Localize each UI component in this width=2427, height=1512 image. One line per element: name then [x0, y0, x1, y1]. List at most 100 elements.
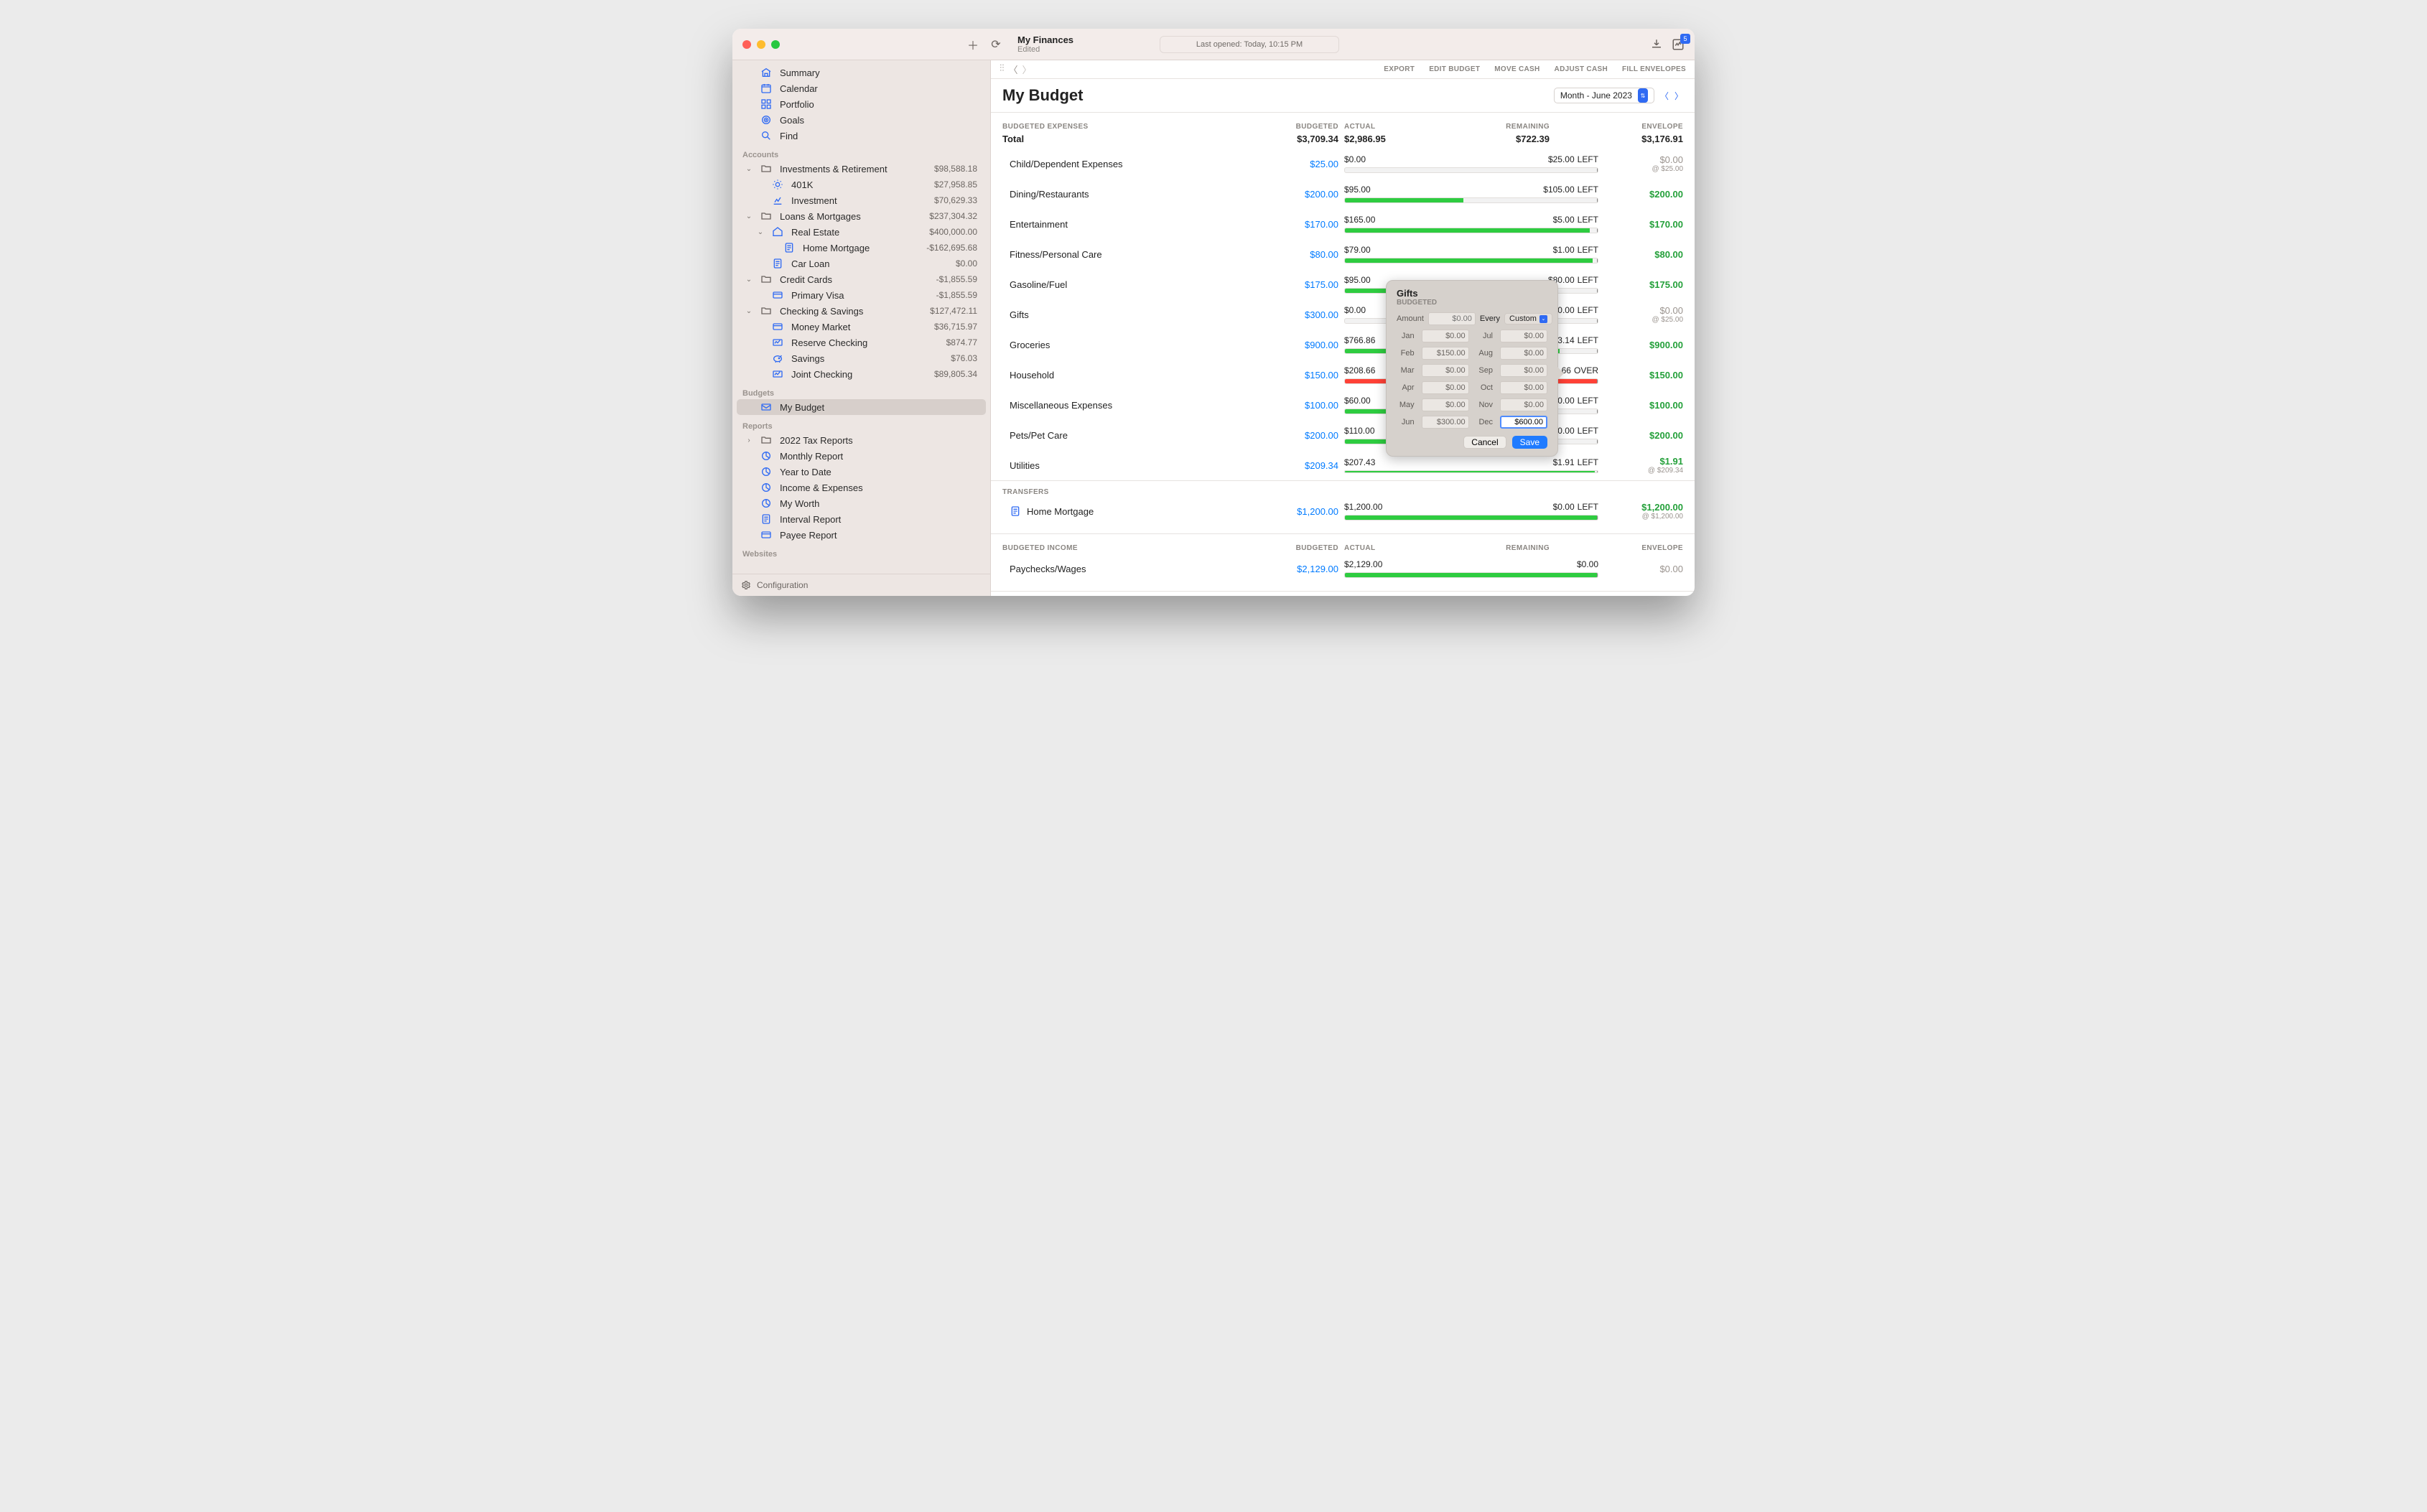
budgeted-amount[interactable]: $1,200.00 — [1252, 506, 1338, 517]
month-input-aug[interactable] — [1500, 347, 1547, 360]
sidebar-item[interactable]: Payee Report — [737, 527, 986, 543]
month-input-jul[interactable] — [1500, 330, 1547, 342]
refresh-button[interactable]: ⟳ — [988, 37, 1004, 52]
budgeted-amount[interactable]: $80.00 — [1252, 249, 1338, 260]
category-name[interactable]: Paychecks/Wages — [1002, 564, 1247, 574]
back-button[interactable]: 〈 — [1009, 62, 1018, 76]
chevron-icon[interactable]: ⌄ — [745, 276, 753, 284]
sidebar-item[interactable]: Income & Expenses — [737, 480, 986, 495]
period-prev-button[interactable]: 〈 — [1660, 90, 1669, 102]
chevron-icon[interactable]: ⌄ — [745, 165, 753, 173]
budgeted-amount[interactable]: $209.34 — [1252, 460, 1338, 471]
cancel-button[interactable]: Cancel — [1463, 436, 1506, 449]
remaining-label: OVER — [1574, 365, 1598, 375]
budgeted-amount[interactable]: $2,129.00 — [1252, 564, 1338, 574]
sidebar-item[interactable]: Reserve Checking$874.77 — [737, 335, 986, 350]
month-input-nov[interactable] — [1500, 398, 1547, 411]
chevron-icon[interactable]: ⌄ — [745, 213, 753, 220]
month-input-apr[interactable] — [1422, 381, 1469, 394]
category-name[interactable]: Miscellaneous Expenses — [1002, 400, 1247, 411]
sidebar-nav-summary[interactable]: Summary — [737, 65, 986, 80]
chevron-icon[interactable]: ⌄ — [745, 307, 753, 315]
activity-icon[interactable]: 5 — [1672, 38, 1685, 51]
sidebar-item[interactable]: Home Mortgage-$162,695.68 — [737, 240, 986, 256]
month-input-dec[interactable] — [1500, 416, 1547, 429]
sidebar-toggle-icon[interactable]: ⫶⫶ — [1000, 62, 1005, 76]
period-next-button[interactable]: 〉 — [1674, 90, 1683, 102]
budgeted-amount[interactable]: $200.00 — [1252, 189, 1338, 200]
sidebar-item[interactable]: ›2022 Tax Reports — [737, 432, 986, 448]
category-name[interactable]: Dining/Restaurants — [1002, 189, 1247, 200]
sidebar-item[interactable]: Money Market$36,715.97 — [737, 319, 986, 335]
sidebar-item[interactable]: Interval Report — [737, 511, 986, 527]
sidebar-nav-find[interactable]: Find — [737, 128, 986, 144]
period-dropdown-icon[interactable]: ⇅ — [1638, 88, 1648, 103]
sidebar-item[interactable]: ⌄Checking & Savings$127,472.11 — [737, 303, 986, 319]
toolbar-edit-budget[interactable]: EDIT BUDGET — [1429, 65, 1480, 73]
content-scroller[interactable]: BUDGETED EXPENSES BUDGETED ACTUAL REMAIN… — [991, 112, 1695, 596]
sidebar-item[interactable]: ⌄Credit Cards-$1,855.59 — [737, 271, 986, 287]
sidebar-nav-goals[interactable]: Goals — [737, 112, 986, 128]
frequency-selector[interactable]: Custom ⌄ — [1504, 313, 1552, 325]
month-input-jun[interactable] — [1422, 416, 1469, 429]
budgeted-amount[interactable]: $900.00 — [1252, 340, 1338, 350]
sidebar-item[interactable]: ⌄Investments & Retirement$98,588.18 — [737, 161, 986, 177]
category-name[interactable]: Household — [1002, 370, 1247, 381]
sidebar-item[interactable]: 401K$27,958.85 — [737, 177, 986, 192]
category-name[interactable]: Fitness/Personal Care — [1002, 249, 1247, 260]
pie-icon — [760, 465, 773, 478]
download-icon[interactable] — [1650, 38, 1663, 51]
budgeted-amount[interactable]: $300.00 — [1252, 309, 1338, 320]
budgeted-amount[interactable]: $200.00 — [1252, 430, 1338, 441]
toolbar-adjust-cash[interactable]: ADJUST CASH — [1555, 65, 1608, 73]
category-name[interactable]: Groceries — [1002, 340, 1247, 350]
sidebar-nav-calendar[interactable]: Calendar — [737, 80, 986, 96]
month-input-sep[interactable] — [1500, 364, 1547, 377]
budgeted-amount[interactable]: $100.00 — [1252, 400, 1338, 411]
month-input-may[interactable] — [1422, 398, 1469, 411]
category-name[interactable]: Utilities — [1002, 460, 1247, 471]
category-name[interactable]: Entertainment — [1002, 219, 1247, 230]
category-name[interactable]: Gasoline/Fuel — [1002, 279, 1247, 290]
budgeted-amount[interactable]: $25.00 — [1252, 159, 1338, 169]
sidebar-item[interactable]: My Budget — [737, 399, 986, 415]
period-selector[interactable]: Month - June 2023 ⇅ — [1554, 88, 1654, 103]
sidebar-nav-portfolio[interactable]: Portfolio — [737, 96, 986, 112]
sidebar-footer[interactable]: Configuration — [732, 574, 990, 596]
budgeted-amount[interactable]: $175.00 — [1252, 279, 1338, 290]
toolbar-fill-envelopes[interactable]: FILL ENVELOPES — [1622, 65, 1686, 73]
category-name[interactable]: Home Mortgage — [1002, 505, 1247, 517]
last-opened-field[interactable]: Last opened: Today, 10:15 PM — [1160, 36, 1339, 53]
sidebar-item[interactable]: Year to Date — [737, 464, 986, 480]
toolbar-export[interactable]: EXPORT — [1384, 65, 1415, 73]
sidebar-item[interactable]: Car Loan$0.00 — [737, 256, 986, 271]
chevron-icon[interactable]: › — [745, 437, 753, 444]
sidebar-item[interactable]: ⌄Real Estate$400,000.00 — [737, 224, 986, 240]
category-name[interactable]: Gifts — [1002, 309, 1247, 320]
sidebar-item[interactable]: Monthly Report — [737, 448, 986, 464]
category-name[interactable]: Child/Dependent Expenses — [1002, 159, 1247, 169]
actual-value: $0.00 — [1344, 154, 1366, 164]
category-name[interactable]: Pets/Pet Care — [1002, 430, 1247, 441]
month-input-feb[interactable] — [1422, 347, 1469, 360]
chevron-icon[interactable]: ⌄ — [757, 228, 764, 236]
sidebar-item[interactable]: ⌄Loans & Mortgages$237,304.32 — [737, 208, 986, 224]
sidebar-item[interactable]: Joint Checking$89,805.34 — [737, 366, 986, 382]
sidebar-item[interactable]: Investment$70,629.33 — [737, 192, 986, 208]
minimize-window-button[interactable] — [757, 40, 765, 49]
month-input-oct[interactable] — [1500, 381, 1547, 394]
sidebar-item[interactable]: Primary Visa-$1,855.59 — [737, 287, 986, 303]
amount-input[interactable] — [1428, 312, 1476, 325]
sidebar-item[interactable]: Savings$76.03 — [737, 350, 986, 366]
add-button[interactable]: ＋ — [965, 37, 981, 52]
toolbar-move-cash[interactable]: MOVE CASH — [1494, 65, 1539, 73]
zoom-window-button[interactable] — [771, 40, 780, 49]
close-window-button[interactable] — [742, 40, 751, 49]
month-input-mar[interactable] — [1422, 364, 1469, 377]
budgeted-amount[interactable]: $150.00 — [1252, 370, 1338, 381]
save-button[interactable]: Save — [1512, 436, 1547, 449]
budgeted-amount[interactable]: $170.00 — [1252, 219, 1338, 230]
forward-button[interactable]: 〉 — [1022, 62, 1032, 76]
month-input-jan[interactable] — [1422, 330, 1469, 342]
sidebar-item[interactable]: My Worth — [737, 495, 986, 511]
